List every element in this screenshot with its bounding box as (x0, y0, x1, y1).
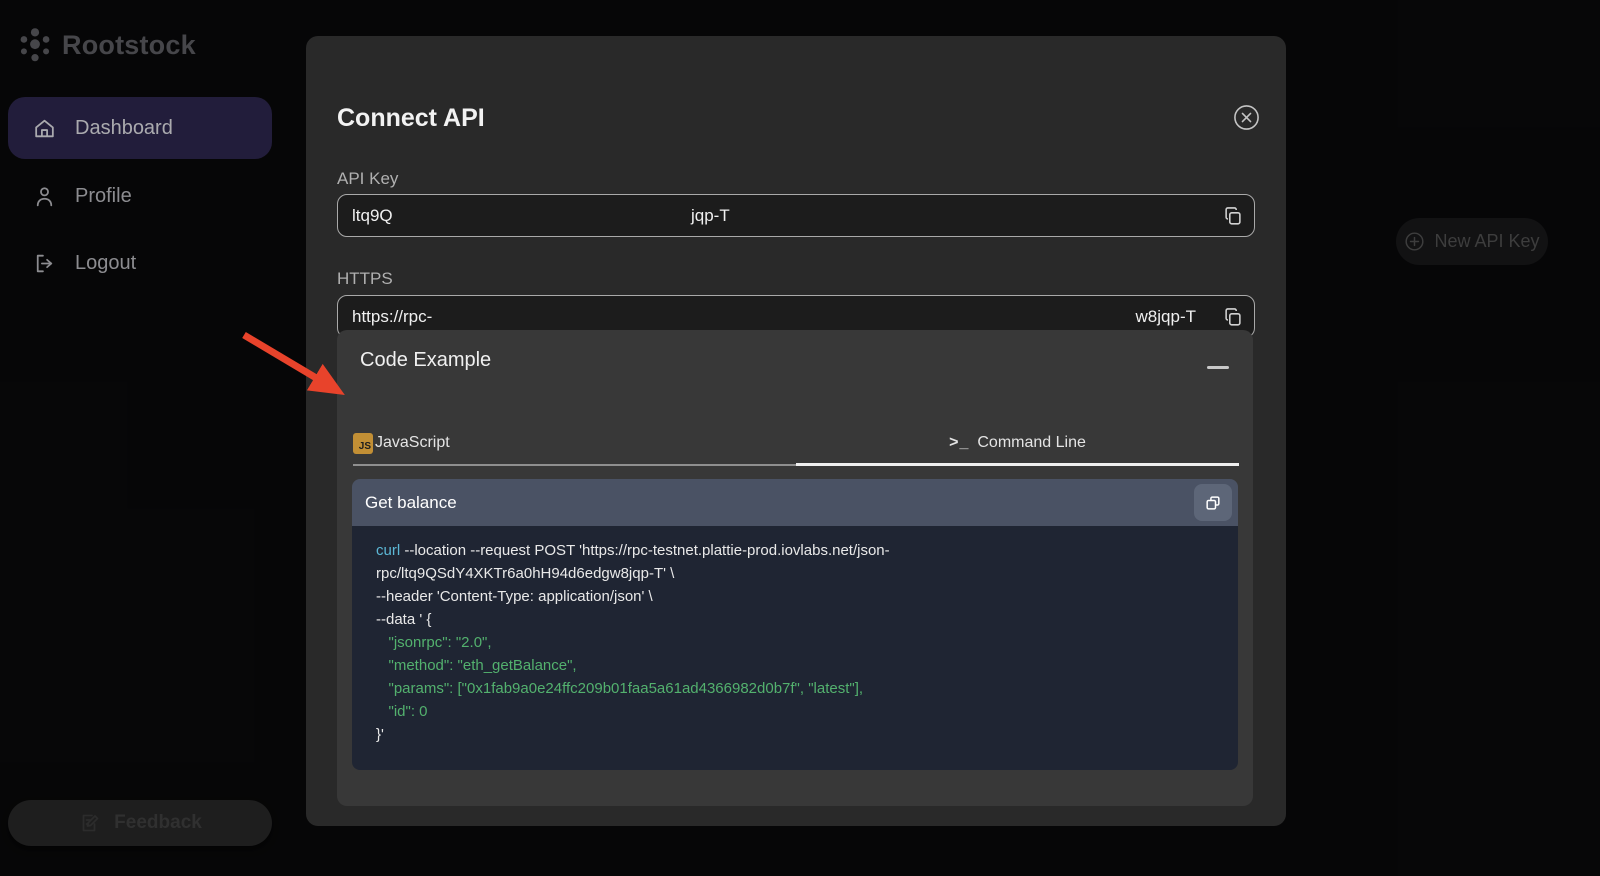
tab-javascript[interactable]: JS JavaScript (353, 422, 796, 466)
code-line: curl --location --request POST 'https://… (376, 539, 1220, 562)
code-language-tabs: JS JavaScript >_ Command Line (353, 422, 1239, 466)
copy-icon (1203, 493, 1223, 513)
api-key-copy-button[interactable] (1222, 205, 1244, 227)
api-key-value-middle: jqp-T (691, 206, 730, 226)
copy-icon (1222, 205, 1244, 227)
modal-title: Connect API (337, 104, 485, 133)
code-example-title: Code Example (360, 349, 491, 372)
js-badge-icon: JS (353, 433, 373, 454)
minimize-icon (1207, 366, 1229, 369)
api-key-value-start: ltq9Q (352, 206, 393, 226)
code-block-body[interactable]: curl --location --request POST 'https://… (352, 526, 1238, 770)
code-example-panel: Code Example JS JavaScript >_ Command Li… (337, 330, 1253, 806)
https-value-start: https://rpc- (352, 307, 432, 327)
code-line: --header 'Content-Type: application/json… (376, 585, 1220, 608)
tab-command-line[interactable]: >_ Command Line (796, 422, 1239, 466)
code-line: "params": ["0x1fab9a0e24ffc209b01faa5a61… (376, 677, 1220, 700)
https-label: HTTPS (337, 269, 393, 289)
collapse-button[interactable] (1207, 360, 1229, 374)
snippet-title: Get balance (365, 493, 457, 513)
copy-icon (1222, 306, 1244, 328)
code-line: rpc/ltq9QSdY4XKTr6a0hH94d6edgw8jqp-T' \ (376, 562, 1220, 585)
code-card: Get balance curl --location --request PO… (352, 479, 1238, 770)
code-line: }' (376, 723, 1220, 746)
tab-javascript-label: JavaScript (375, 434, 450, 452)
connect-api-modal: Connect API API Key ltq9Q jqp-T HTTPS ht… (306, 36, 1286, 826)
code-copy-button[interactable] (1194, 484, 1232, 521)
code-line: "jsonrpc": "2.0", (376, 631, 1220, 654)
code-card-header: Get balance (352, 479, 1238, 526)
code-line: "id": 0 (376, 700, 1220, 723)
api-key-field[interactable]: ltq9Q jqp-T (337, 194, 1255, 237)
tab-command-line-label: Command Line (977, 434, 1086, 452)
close-button[interactable] (1233, 104, 1260, 131)
https-value-end: w8jqp-T (1136, 307, 1196, 327)
api-key-label: API Key (337, 169, 398, 189)
https-copy-button[interactable] (1222, 306, 1244, 328)
circle-x-icon (1233, 104, 1260, 131)
code-line: --data ' { (376, 608, 1220, 631)
code-line: "method": "eth_getBalance", (376, 654, 1220, 677)
terminal-prompt-icon: >_ (949, 434, 969, 452)
